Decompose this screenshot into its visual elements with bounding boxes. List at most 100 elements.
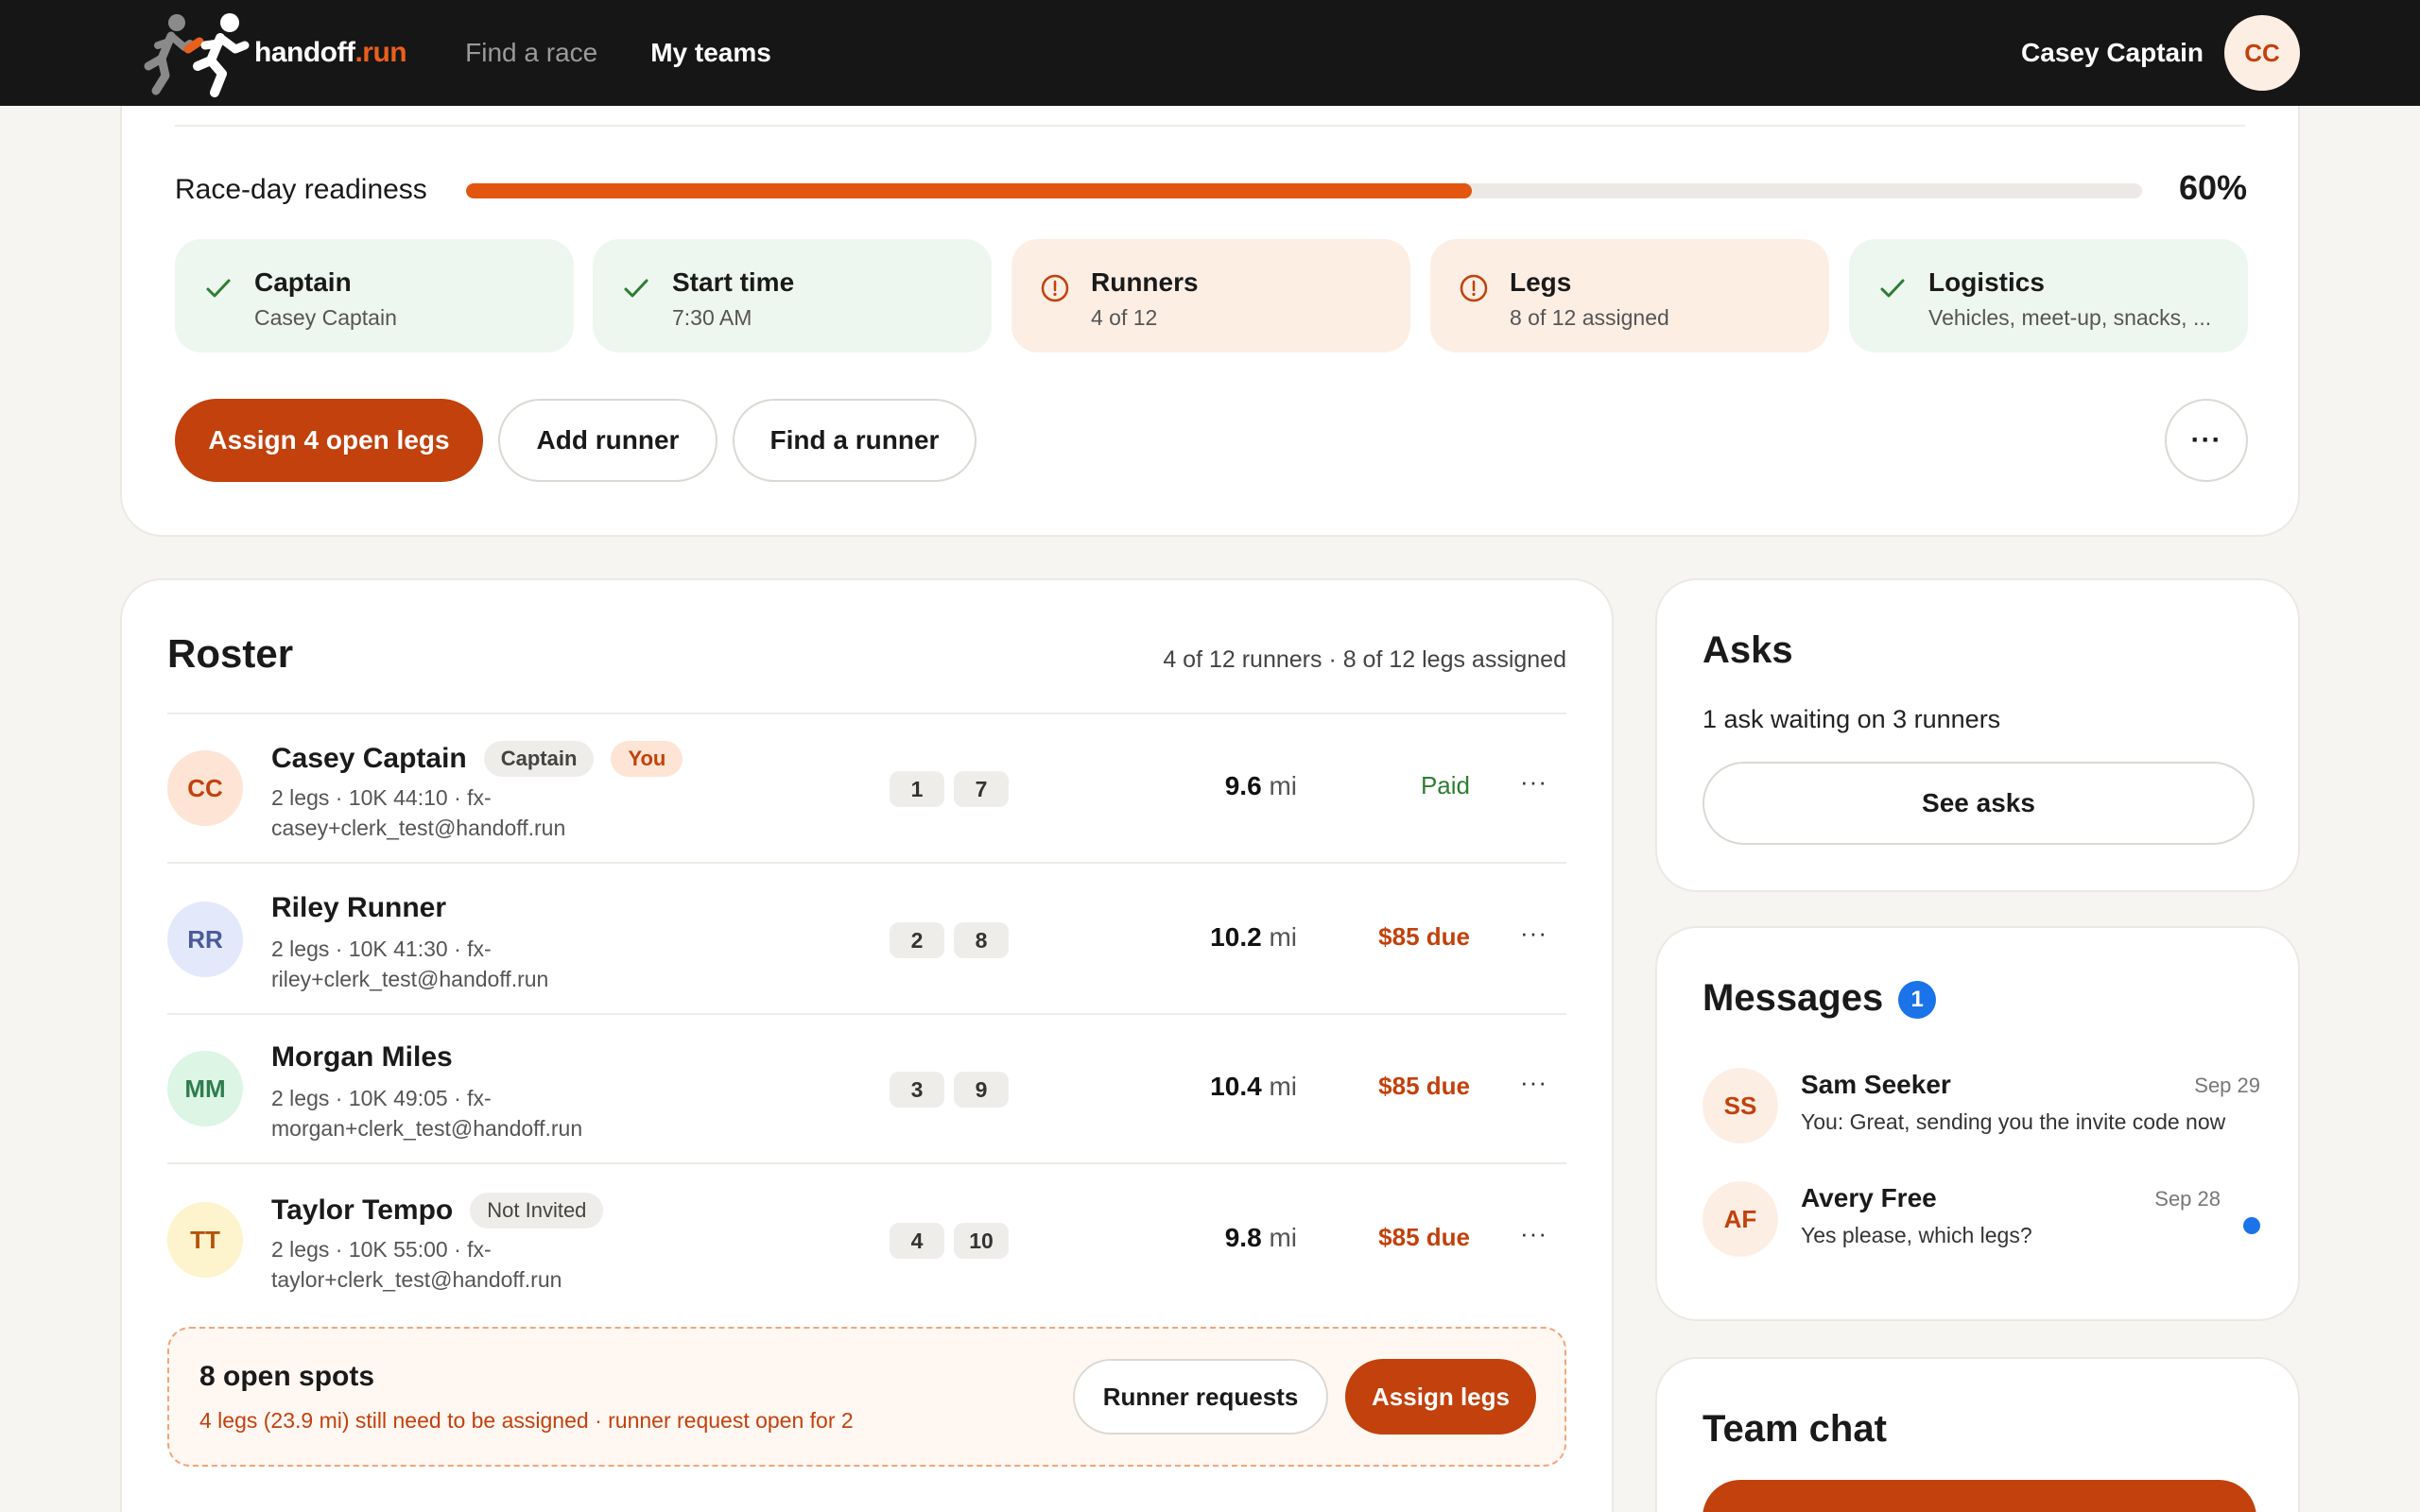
payment-status: $85 due <box>1378 1072 1470 1100</box>
check-icon <box>1880 279 1905 298</box>
divider <box>167 862 1566 864</box>
readiness-card: Race-day readiness 60% Captain Casey Cap… <box>120 57 2300 537</box>
divider <box>167 1162 1566 1164</box>
top-nav: handoff.run Find a race My teams Casey C… <box>0 0 2420 106</box>
team-chat-button[interactable] <box>1703 1480 2256 1512</box>
roster-title: Roster <box>167 631 294 676</box>
step-title: Logistics <box>1928 267 2045 297</box>
runner-distance: 10.2 mi <box>1210 922 1297 952</box>
captain-tag: Captain <box>483 741 595 777</box>
runner-distance: 9.6 mi <box>1224 771 1297 800</box>
avatar: AF <box>1703 1181 1778 1257</box>
step-captain[interactable]: Captain Casey Captain <box>175 239 574 352</box>
leg-chip[interactable]: 9 <box>954 1072 1009 1108</box>
runner-email: riley+clerk_test@handoff.run <box>271 967 549 991</box>
readiness-label: Race-day readiness <box>175 174 427 205</box>
readiness-percent: 60% <box>2178 168 2247 207</box>
step-title: Legs <box>1510 267 1572 297</box>
check-icon <box>206 279 231 298</box>
step-subtitle: Casey Captain <box>254 305 397 330</box>
row-more-button[interactable]: ··· <box>1520 1068 1547 1097</box>
runner-meta: 2 legs · 10K 55:00 · fx- taylor+clerk_te… <box>271 1234 668 1295</box>
step-subtitle: 4 of 12 <box>1091 305 1158 330</box>
runner-email: casey+clerk_test@handoff.run <box>271 816 566 840</box>
messages-card: Messages 1 SS Sam Seeker Sep 29 You: Grea… <box>1655 926 2300 1321</box>
roster-row[interactable]: TT Taylor Tempo Not Invited 2 legs · 10K… <box>167 1166 1566 1314</box>
runner-meta-line: 2 legs · 10K 41:30 · fx- <box>271 936 492 961</box>
message-item[interactable]: SS Sam Seeker Sep 29 You: Great, sending… <box>1703 1068 2260 1153</box>
brand-logo[interactable]: handoff.run <box>120 8 407 98</box>
readiness-progress-fill <box>466 183 1472 198</box>
row-more-button[interactable]: ··· <box>1520 919 1547 948</box>
add-runner-button[interactable]: Add runner <box>498 399 717 482</box>
check-icon <box>624 279 648 298</box>
relay-runners-icon <box>144 13 250 97</box>
runner-requests-button[interactable]: Runner requests <box>1073 1359 1328 1435</box>
find-runner-button[interactable]: Find a runner <box>733 399 977 482</box>
step-subtitle: Vehicles, meet-up, snacks, ... <box>1928 305 2212 330</box>
runner-email: taylor+clerk_test@handoff.run <box>271 1267 562 1292</box>
leg-chip[interactable]: 7 <box>954 771 1009 807</box>
runner-distance: 10.4 mi <box>1210 1072 1297 1101</box>
leg-chip[interactable]: 8 <box>954 922 1009 958</box>
runner-name-line: Morgan Miles <box>271 1041 453 1074</box>
alert-circle-icon <box>1041 274 1069 302</box>
not-invited-tag: Not Invited <box>470 1193 604 1228</box>
roster-row[interactable]: MM Morgan Miles 2 legs · 10K 49:05 · fx-… <box>167 1015 1566 1162</box>
leg-chip[interactable]: 1 <box>890 771 944 807</box>
payment-status: $85 due <box>1378 922 1470 951</box>
avatar: SS <box>1703 1068 1778 1143</box>
nav-my-teams[interactable]: My teams <box>650 38 771 68</box>
assign-open-legs-button[interactable]: Assign 4 open legs <box>175 399 483 482</box>
readiness-progress-bar <box>466 183 2142 198</box>
step-subtitle: 8 of 12 assigned <box>1510 305 1669 330</box>
message-sender: Sam Seeker <box>1801 1070 1951 1099</box>
step-logistics[interactable]: Logistics Vehicles, meet-up, snacks, ... <box>1849 239 2248 352</box>
message-date: Sep 28 <box>2154 1187 2221 1211</box>
step-title: Captain <box>254 267 352 297</box>
unread-dot-icon <box>2243 1217 2260 1234</box>
leg-chip[interactable]: 3 <box>890 1072 944 1108</box>
step-start-time[interactable]: Start time 7:30 AM <box>593 239 992 352</box>
row-more-button[interactable]: ··· <box>1520 767 1547 797</box>
alert-circle-icon <box>1460 274 1488 302</box>
message-preview: You: Great, sending you the invite code … <box>1801 1109 2226 1134</box>
avatar: RR <box>167 902 243 977</box>
runner-meta-line: 2 legs · 10K 55:00 · fx- <box>271 1237 492 1262</box>
more-options-button[interactable]: ··· <box>2165 399 2248 482</box>
nav-find-race[interactable]: Find a race <box>465 38 597 68</box>
message-date: Sep 29 <box>2194 1074 2260 1097</box>
user-avatar[interactable]: CC <box>2224 15 2300 91</box>
leg-chip[interactable]: 4 <box>890 1223 944 1259</box>
step-legs[interactable]: Legs 8 of 12 assigned <box>1430 239 1829 352</box>
step-runners[interactable]: Runners 4 of 12 <box>1011 239 1410 352</box>
team-chat-card: Team chat <box>1655 1357 2300 1512</box>
runner-meta-line: 2 legs · 10K 44:10 · fx- <box>271 785 492 810</box>
assign-legs-button[interactable]: Assign legs <box>1345 1359 1536 1435</box>
avatar: MM <box>167 1051 243 1126</box>
message-item[interactable]: AF Avery Free Sep 28 Yes please, which l… <box>1703 1181 2260 1266</box>
asks-summary: 1 ask waiting on 3 runners <box>1703 705 2001 733</box>
runner-name-line: Riley Runner <box>271 892 446 924</box>
roster-row[interactable]: RR Riley Runner 2 legs · 10K 41:30 · fx-… <box>167 866 1566 1013</box>
user-name[interactable]: Casey Captain <box>2021 38 2204 68</box>
runner-name: Morgan Miles <box>271 1041 453 1073</box>
open-spots-subtitle: 4 legs (23.9 mi) still need to be assign… <box>199 1408 854 1433</box>
leg-chip[interactable]: 2 <box>890 922 944 958</box>
unread-count-badge: 1 <box>1898 981 1937 1020</box>
message-preview: Yes please, which legs? <box>1801 1223 2032 1247</box>
messages-title: Messages <box>1703 977 1884 1019</box>
step-title: Runners <box>1091 267 1199 297</box>
payment-status: $85 due <box>1378 1223 1470 1251</box>
see-asks-button[interactable]: See asks <box>1703 762 2255 845</box>
roster-row[interactable]: CC Casey Captain Captain You 2 legs · 10… <box>167 714 1566 862</box>
leg-chip[interactable]: 10 <box>954 1223 1009 1259</box>
row-more-button[interactable]: ··· <box>1520 1219 1547 1248</box>
team-chat-title: Team chat <box>1703 1408 1887 1450</box>
brand-name: handoff.run <box>254 37 407 68</box>
step-title: Start time <box>672 267 795 297</box>
message-sender: Avery Free <box>1801 1183 1937 1212</box>
runner-meta: 2 legs · 10K 49:05 · fx- morgan+clerk_te… <box>271 1083 668 1143</box>
runner-name-line: Casey Captain Captain You <box>271 741 683 777</box>
runner-meta-line: 2 legs · 10K 49:05 · fx- <box>271 1086 492 1110</box>
